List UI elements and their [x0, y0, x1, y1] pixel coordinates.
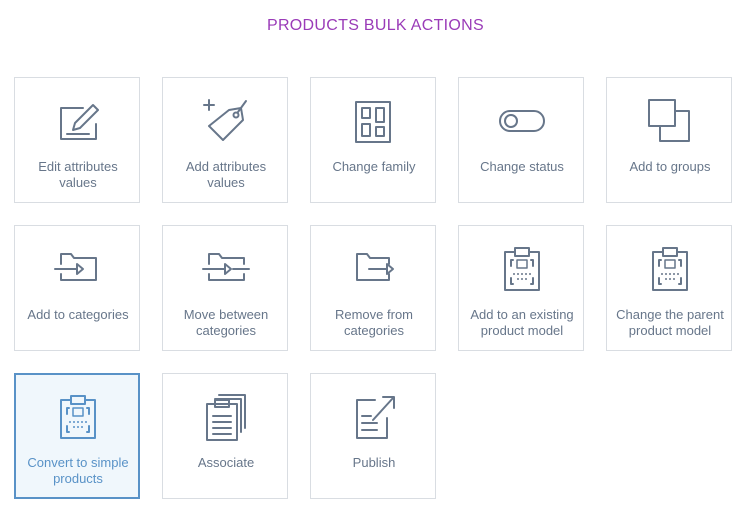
edit-icon [53, 96, 103, 146]
action-label: Convert to simple products [27, 455, 129, 486]
groups-icon [645, 96, 695, 146]
product-model-icon [53, 392, 103, 442]
associate-icon [201, 392, 251, 442]
action-tile-change-status[interactable]: Change status [458, 77, 584, 203]
folder-in-icon [53, 244, 103, 294]
folder-move-icon [201, 244, 251, 294]
page-title: PRODUCTS BULK ACTIONS [266, 17, 484, 34]
action-label: Publish [352, 455, 396, 470]
action-label: Change the parent product model [616, 307, 724, 338]
action-tile-add-to-product-model[interactable]: Add to an existing product model [458, 225, 584, 351]
action-label: Associate [197, 455, 255, 470]
folder-out-icon [349, 244, 399, 294]
action-label: Edit attributes values [38, 159, 118, 190]
action-tile-move-between-categories[interactable]: Move between categories [162, 225, 288, 351]
action-tile-add-to-groups[interactable]: Add to groups [606, 77, 732, 203]
action-tile-change-parent-product-model[interactable]: Change the parent product model [606, 225, 732, 351]
action-tile-associate[interactable]: Associate [162, 373, 288, 499]
product-model-icon [645, 244, 695, 294]
action-label: Add attributes values [185, 159, 267, 190]
action-tile-convert-to-simple-products[interactable]: Convert to simple products [14, 373, 140, 499]
action-label: Move between categories [183, 307, 269, 338]
action-label: Add to an existing product model [470, 307, 574, 338]
action-tile-remove-from-categories[interactable]: Remove from categories [310, 225, 436, 351]
action-tile-edit-attributes[interactable]: Edit attributes values [14, 77, 140, 203]
action-label: Add to groups [629, 159, 711, 174]
toggle-icon [497, 96, 547, 146]
action-label: Change status [480, 159, 564, 174]
action-tile-publish[interactable]: Publish [310, 373, 436, 499]
action-tile-add-attributes[interactable]: Add attributes values [162, 77, 288, 203]
action-label: Change family [332, 159, 416, 174]
action-label: Add to categories [27, 307, 129, 322]
action-label: Remove from categories [334, 307, 414, 338]
action-tile-add-to-categories[interactable]: Add to categories [14, 225, 140, 351]
product-model-icon [497, 244, 547, 294]
family-icon [349, 96, 399, 146]
publish-icon [349, 392, 399, 442]
action-tile-change-family[interactable]: Change family [310, 77, 436, 203]
tag-plus-icon [201, 96, 251, 146]
